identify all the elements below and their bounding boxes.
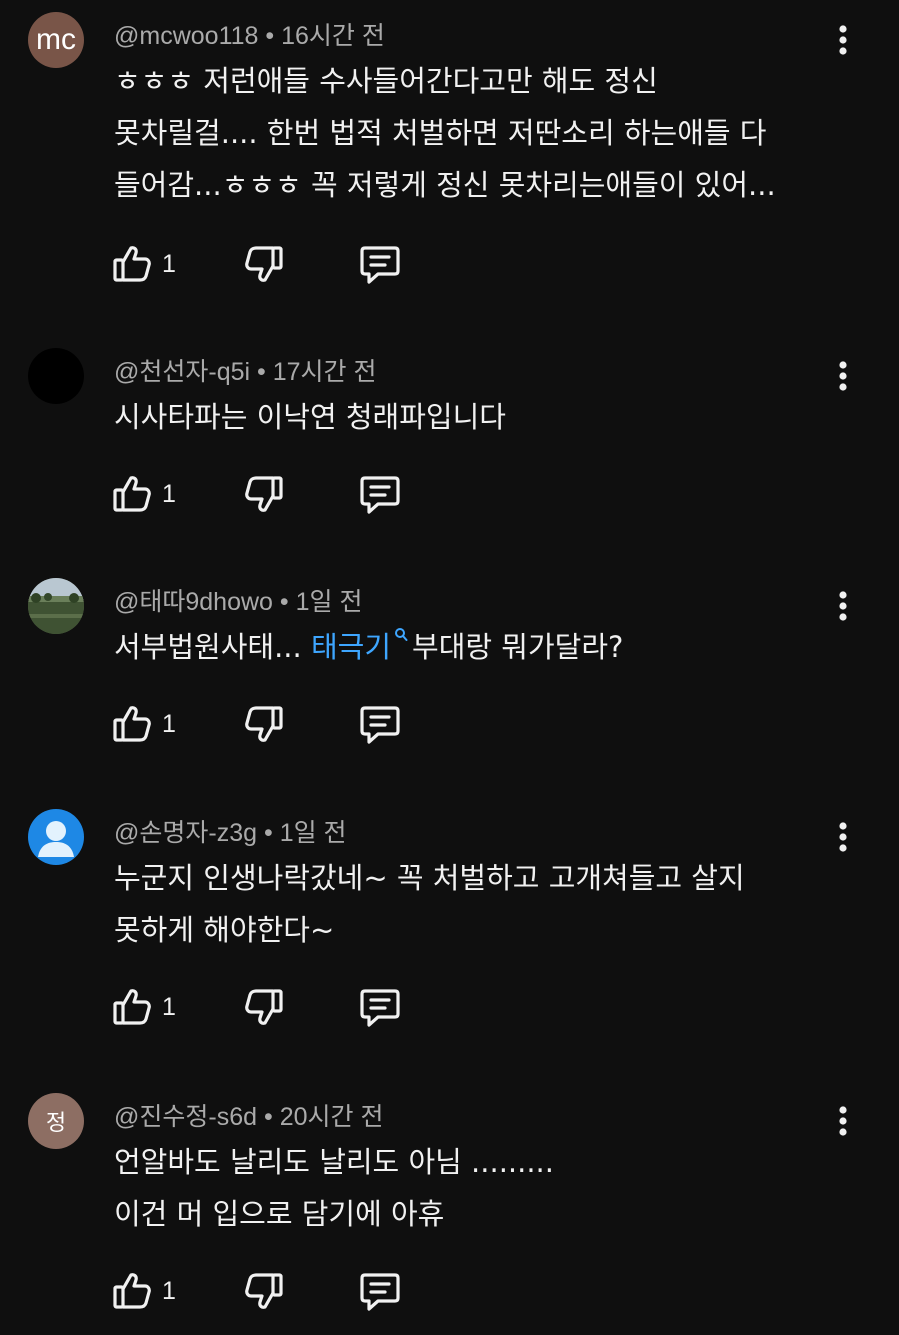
reply-comment-icon (360, 476, 400, 514)
like-count: 1 (162, 479, 176, 508)
comment-text: 시사타파는 이낙연 청래파입니다 (114, 391, 854, 443)
comment-time: 17시간 전 (272, 358, 377, 386)
reply-button[interactable] (359, 244, 401, 286)
comment-line: 언알바도 날리도 날리도 아님 ......... (114, 1145, 554, 1179)
more-options-button[interactable] (828, 817, 858, 857)
more-options-button[interactable] (828, 586, 858, 626)
thumb-up-icon (113, 476, 151, 512)
thumb-up-icon (113, 1273, 151, 1309)
dislike-button[interactable] (244, 987, 284, 1027)
comment-text: 언알바도 날리도 날리도 아님 ......... 이건 머 입으로 담기에 아… (114, 1136, 854, 1240)
thumb-up-icon (113, 989, 151, 1025)
avatar[interactable]: 정 (28, 1093, 84, 1149)
comment-line: 못차릴걸.... 한번 법적 처벌하면 저딴소리 하는애들 다 (114, 116, 767, 150)
avatar[interactable] (28, 578, 84, 634)
search-icon (395, 628, 408, 641)
reply-button[interactable] (359, 1271, 401, 1313)
comment-text-before: 서부법원사태... (114, 630, 311, 664)
default-user-avatar-icon (38, 821, 74, 857)
comment-line: 들어감...ㅎㅎㅎ 꼭 저렇게 정신 못차리는애들이 있어... (114, 168, 776, 202)
comment-line: 못하게 해야한다~ (114, 913, 335, 947)
meta-separator: • (265, 22, 275, 50)
comment-time: 16시간 전 (281, 22, 385, 50)
thumb-up-icon (113, 246, 151, 282)
dislike-button[interactable] (244, 704, 284, 744)
thumb-down-icon (245, 706, 283, 742)
like-count: 1 (162, 249, 176, 278)
comment-line: 이건 머 입으로 담기에 아휴 (114, 1197, 445, 1231)
more-vertical-icon (839, 822, 847, 852)
comment-meta: @태따9dhowo • 1일 전 (114, 582, 362, 618)
reply-comment-icon (360, 1273, 400, 1311)
like-button[interactable]: 1 (112, 474, 176, 514)
comment-text: ㅎㅎㅎ 저런애들 수사들어간다고만 해도 정신 못차릴걸.... 한번 법적 처… (114, 55, 854, 211)
dislike-button[interactable] (244, 1271, 284, 1311)
comment-meta: @mcwoo118 • 16시간 전 (114, 16, 385, 52)
comment-time: 1일 전 (279, 819, 347, 847)
thumb-down-icon (245, 246, 283, 282)
author-name[interactable]: @mcwoo118 (114, 22, 258, 50)
comment-line: 서부법원사태... 태극기 부대랑 뭐가달라? (114, 621, 854, 673)
dislike-button[interactable] (244, 474, 284, 514)
meta-separator: • (257, 358, 266, 386)
comment-time: 1일 전 (295, 588, 363, 616)
meta-separator: • (263, 819, 273, 847)
more-options-button[interactable] (828, 1101, 858, 1141)
meta-separator: • (263, 1103, 273, 1131)
comment-text: 누군지 인생나락갔네~ 꼭 처벌하고 고개쳐들고 살지 못하게 해야한다~ (114, 852, 854, 956)
reply-comment-icon (360, 989, 400, 1027)
search-link[interactable]: 태극기 (311, 630, 391, 664)
like-button[interactable]: 1 (112, 704, 176, 744)
avatar[interactable] (28, 348, 84, 404)
landscape-photo-avatar (28, 578, 84, 634)
thumb-up-icon (113, 706, 151, 742)
more-vertical-icon (839, 591, 847, 621)
thumb-down-icon (245, 989, 283, 1025)
more-vertical-icon (839, 1106, 847, 1136)
comment-meta: @진수정-s6d • 20시간 전 (114, 1097, 383, 1133)
like-button[interactable]: 1 (112, 1271, 176, 1311)
dislike-button[interactable] (244, 244, 284, 284)
like-count: 1 (162, 992, 176, 1021)
like-count: 1 (162, 1276, 176, 1305)
thumb-down-icon (245, 476, 283, 512)
meta-separator: • (279, 588, 289, 616)
reply-comment-icon (360, 246, 400, 284)
comment-text-after: 부대랑 뭐가달라? (412, 630, 624, 664)
more-options-button[interactable] (828, 356, 858, 396)
author-name[interactable]: @태따9dhowo (114, 588, 273, 616)
thumb-down-icon (245, 1273, 283, 1309)
author-name[interactable]: @진수정-s6d (114, 1103, 257, 1131)
comment-line: ㅎㅎㅎ 저런애들 수사들어간다고만 해도 정신 (114, 64, 658, 98)
comment-text: 서부법원사태... 태극기 부대랑 뭐가달라? (114, 621, 854, 673)
like-count: 1 (162, 709, 176, 738)
avatar[interactable]: mc (28, 12, 84, 68)
like-button[interactable]: 1 (112, 244, 176, 284)
avatar-initials: 정 (45, 1110, 67, 1135)
reply-comment-icon (360, 706, 400, 744)
author-name[interactable]: @천선자-q5i (114, 358, 250, 386)
like-button[interactable]: 1 (112, 987, 176, 1027)
author-name[interactable]: @손명자-z3g (114, 819, 257, 847)
comment-line: 시사타파는 이낙연 청래파입니다 (114, 400, 506, 434)
reply-button[interactable] (359, 704, 401, 746)
more-vertical-icon (839, 361, 847, 391)
avatar-initials: mc (36, 23, 76, 56)
comment-line: 누군지 인생나락갔네~ 꼭 처벌하고 고개쳐들고 살지 (114, 861, 745, 895)
reply-button[interactable] (359, 474, 401, 516)
comment-time: 20시간 전 (279, 1103, 384, 1131)
more-options-button[interactable] (828, 20, 858, 60)
comment-meta: @천선자-q5i • 17시간 전 (114, 352, 377, 388)
reply-button[interactable] (359, 987, 401, 1029)
more-vertical-icon (839, 25, 847, 55)
avatar[interactable] (28, 809, 84, 865)
comment-meta: @손명자-z3g • 1일 전 (114, 813, 347, 849)
